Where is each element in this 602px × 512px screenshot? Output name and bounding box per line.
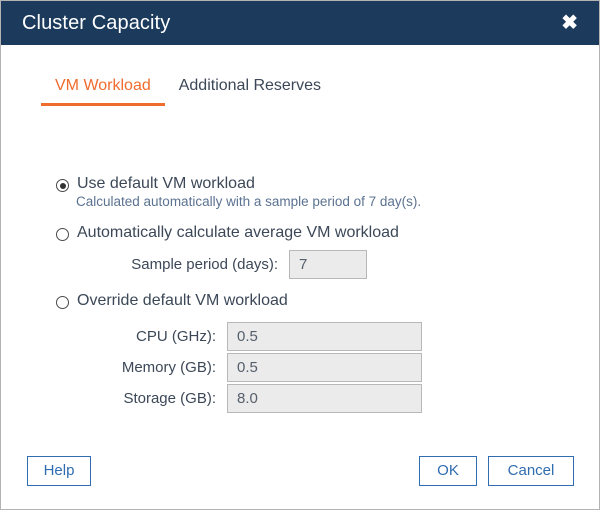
cpu-label: CPU (GHz): xyxy=(136,328,216,345)
close-icon[interactable]: ✖ xyxy=(561,13,599,33)
radio-option-auto-calculate[interactable]: Automatically calculate average VM workl… xyxy=(56,224,399,242)
memory-input[interactable] xyxy=(227,353,422,382)
radio-use-default-label: Use default VM workload xyxy=(77,175,255,192)
radio-auto-calculate-icon[interactable] xyxy=(56,228,69,241)
tab-bar: VM Workload Additional Reserves xyxy=(41,77,335,106)
ok-button[interactable]: OK xyxy=(419,456,477,486)
cluster-capacity-dialog: Cluster Capacity ✖ VM Workload Additiona… xyxy=(0,0,600,510)
radio-use-default-icon[interactable] xyxy=(56,179,69,192)
use-default-helper-text: Calculated automatically with a sample p… xyxy=(76,194,422,209)
dialog-title: Cluster Capacity xyxy=(22,11,171,34)
radio-override-default-icon[interactable] xyxy=(56,296,69,309)
storage-input[interactable] xyxy=(227,384,422,413)
tab-vm-workload[interactable]: VM Workload xyxy=(41,77,165,106)
dialog-body: VM Workload Additional Reserves Use defa… xyxy=(1,45,599,509)
sample-period-label: Sample period (days): xyxy=(131,256,278,273)
cpu-input[interactable] xyxy=(227,322,422,351)
radio-option-override-default[interactable]: Override default VM workload xyxy=(56,292,288,310)
tab-additional-reserves-label: Additional Reserves xyxy=(178,77,322,94)
memory-label: Memory (GB): xyxy=(121,359,216,376)
dialog-footer: Help OK Cancel xyxy=(1,443,599,509)
tab-vm-workload-label: VM Workload xyxy=(55,77,151,94)
help-button[interactable]: Help xyxy=(27,456,91,486)
dialog-titlebar: Cluster Capacity ✖ xyxy=(1,1,599,45)
sample-period-input[interactable] xyxy=(289,250,367,279)
radio-auto-calculate-label: Automatically calculate average VM workl… xyxy=(77,224,399,241)
cancel-button[interactable]: Cancel xyxy=(488,456,574,486)
storage-label: Storage (GB): xyxy=(123,390,216,407)
radio-option-use-default[interactable]: Use default VM workload xyxy=(56,175,255,193)
radio-override-default-label: Override default VM workload xyxy=(77,292,288,309)
tab-additional-reserves[interactable]: Additional Reserves xyxy=(165,77,335,106)
